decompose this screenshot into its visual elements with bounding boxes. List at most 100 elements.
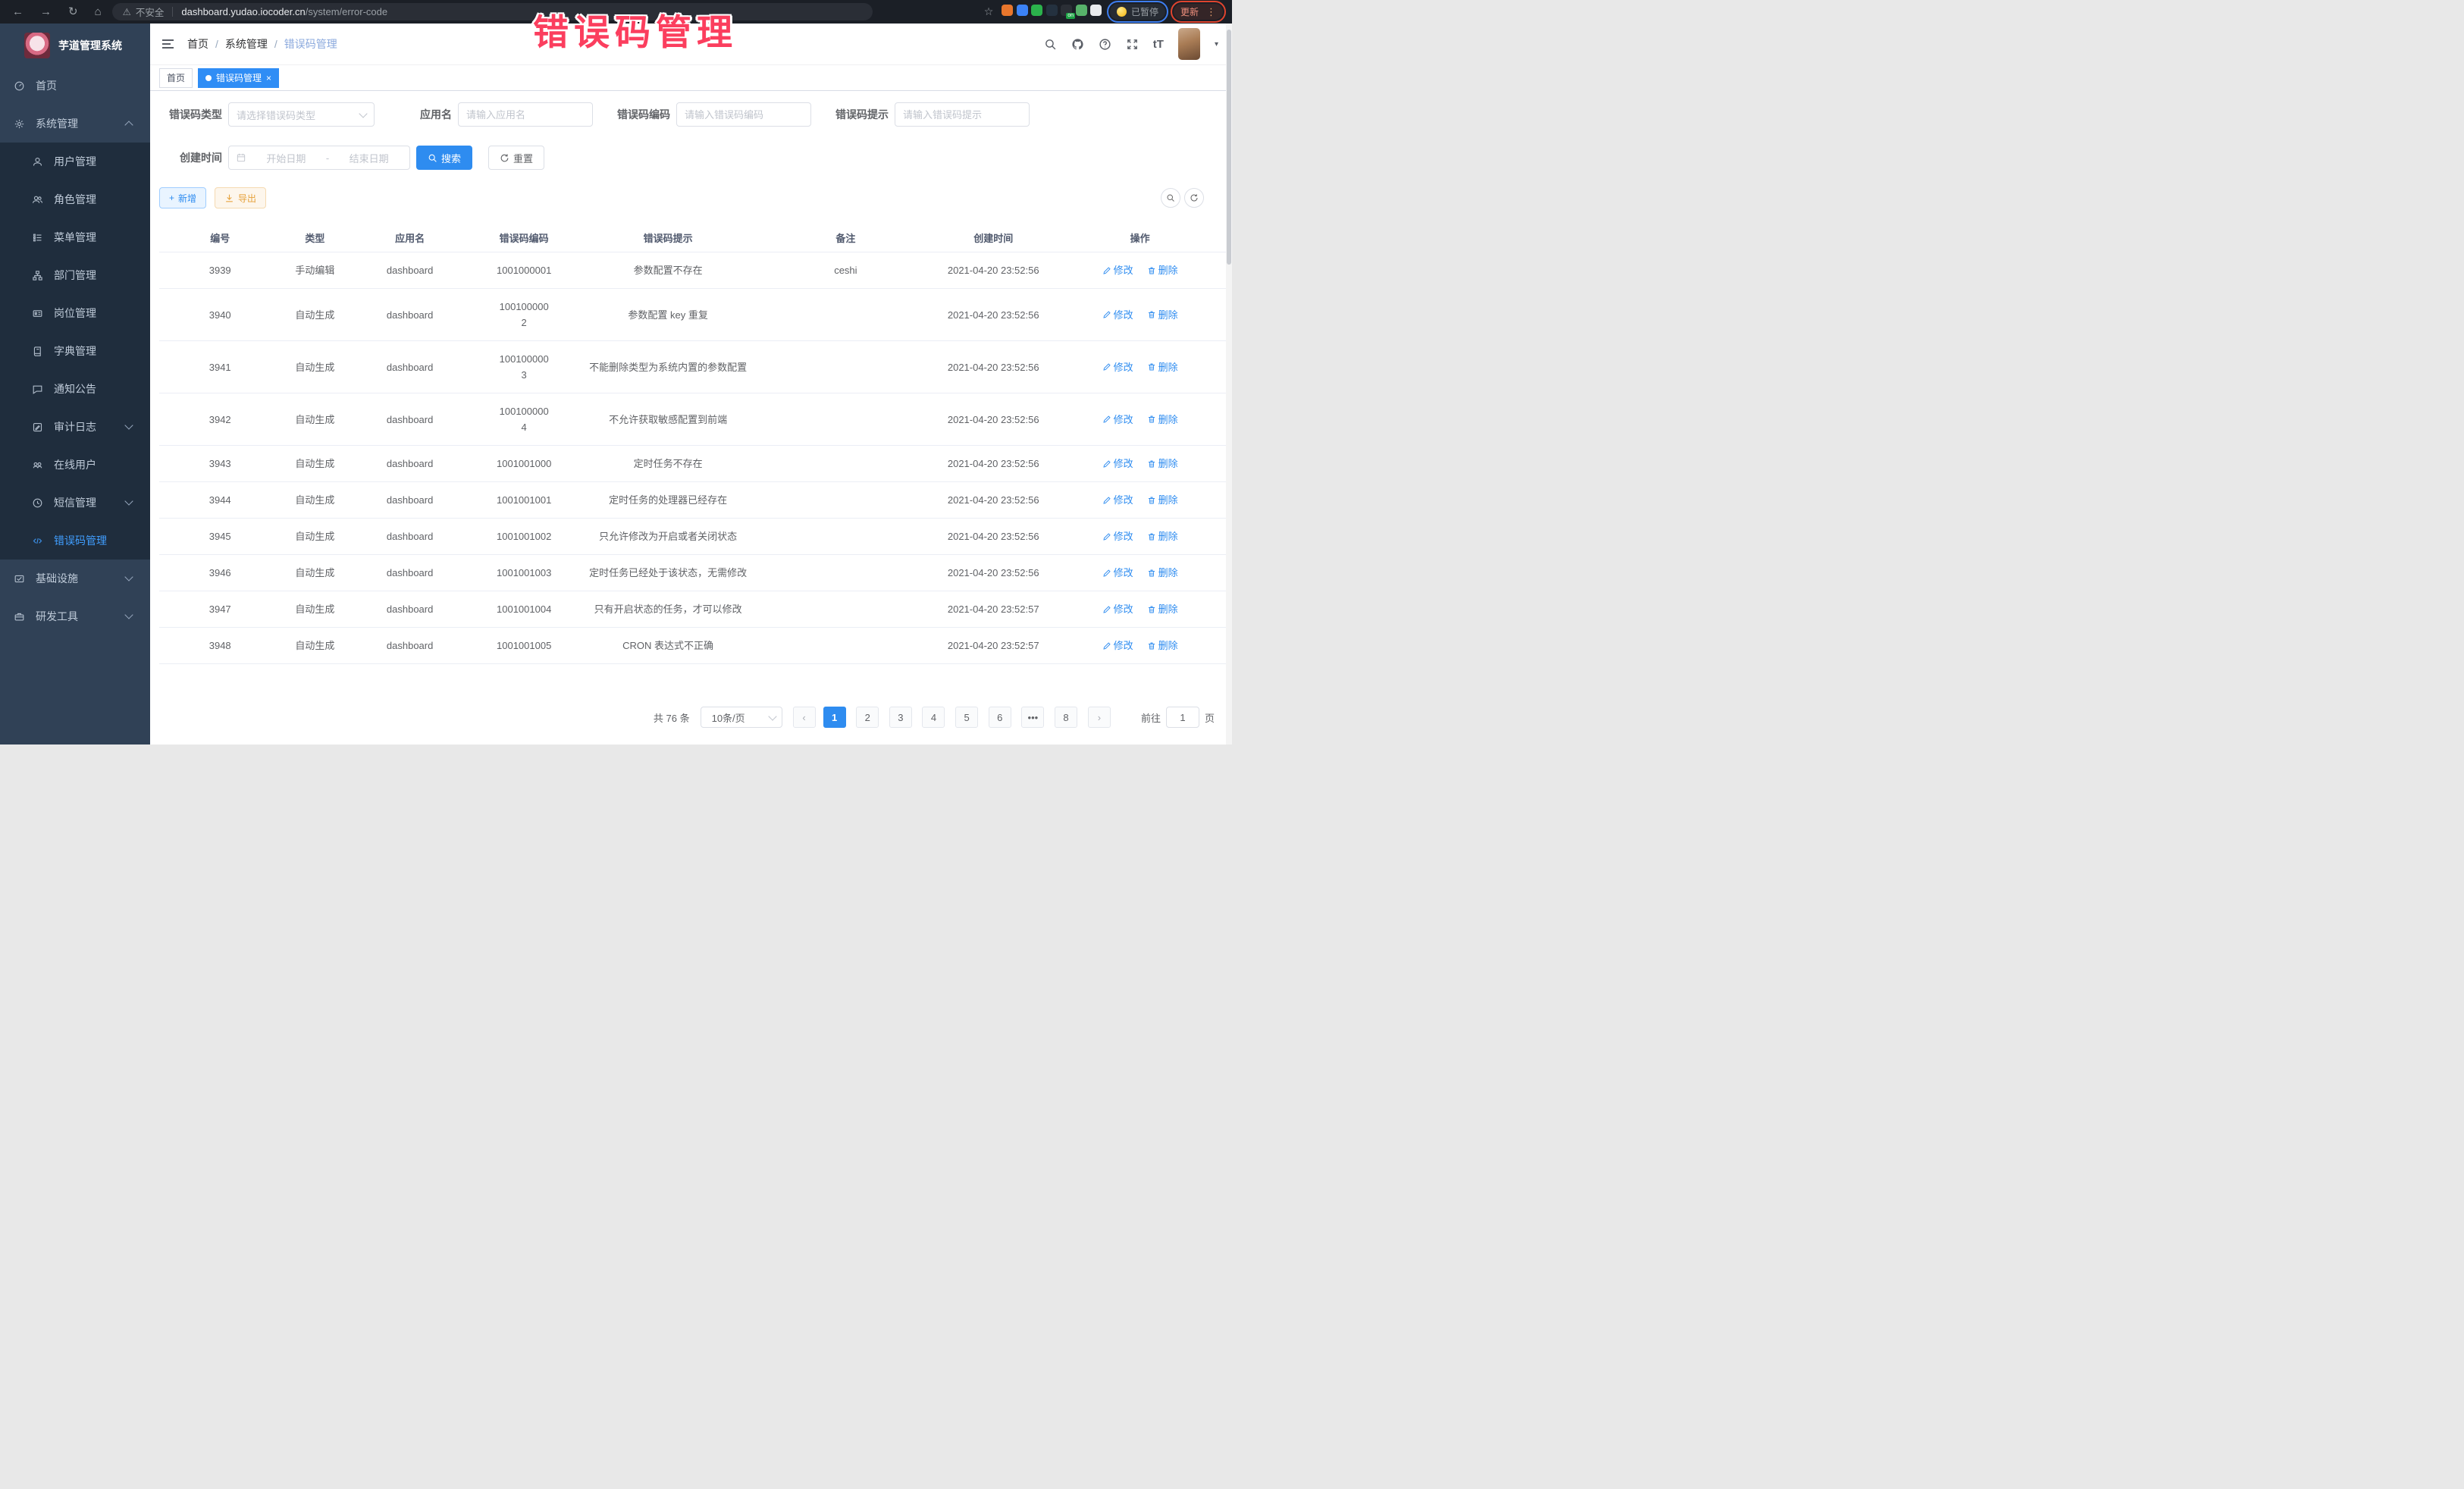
sidebar-item[interactable]: 在线用户 (0, 446, 150, 484)
blue-gem-extension-icon[interactable] (1017, 5, 1028, 16)
sidebar-item[interactable]: 通知公告 (0, 370, 150, 408)
edit-button[interactable]: 修改 (1102, 528, 1133, 544)
switch-extension-icon[interactable]: on (1061, 5, 1072, 16)
orange-extension-icon[interactable] (1002, 5, 1013, 16)
delete-button[interactable]: 删除 (1147, 601, 1178, 617)
grid-extension-icon[interactable] (1046, 5, 1058, 16)
scrollbar-track[interactable] (1226, 24, 1232, 744)
breadcrumb-system[interactable]: 系统管理 (225, 36, 268, 52)
error-code-input[interactable] (676, 102, 811, 127)
search-icon[interactable] (1044, 38, 1057, 51)
avatar[interactable] (1178, 28, 1200, 60)
search-button[interactable]: 搜索 (416, 146, 472, 170)
error-hint-input[interactable] (895, 102, 1030, 127)
error-type-label: 错误码类型 (169, 107, 222, 122)
forward-icon[interactable]: → (40, 6, 52, 17)
cell-remark (759, 305, 933, 324)
date-range-picker[interactable]: 开始日期 - 结束日期 (228, 146, 410, 170)
edit-button[interactable]: 修改 (1102, 492, 1133, 508)
page-button[interactable]: 3 (889, 707, 912, 728)
refresh-table-button[interactable] (1184, 188, 1204, 208)
kebab-menu-icon[interactable]: ⋮ (1206, 6, 1216, 18)
sidebar-item[interactable]: 研发工具 (0, 597, 150, 635)
sidebar-item[interactable]: 岗位管理 (0, 294, 150, 332)
app-name-input[interactable] (458, 102, 593, 127)
puzzle-extension-icon[interactable] (1090, 5, 1102, 16)
sidebar-item-label: 审计日志 (54, 419, 96, 434)
reset-button[interactable]: 重置 (488, 146, 544, 170)
page-button[interactable]: 5 (955, 707, 978, 728)
cell-time: 2021-04-20 23:52:56 (933, 402, 1054, 437)
sidebar-item[interactable]: 部门管理 (0, 256, 150, 294)
page-button[interactable]: 2 (856, 707, 879, 728)
caret-down-icon[interactable]: ▾ (1215, 40, 1218, 49)
sidebar-item[interactable]: 用户管理 (0, 143, 150, 180)
edit-button[interactable]: 修改 (1102, 307, 1133, 323)
delete-button[interactable]: 删除 (1147, 359, 1178, 375)
sidebar-item[interactable]: 字典管理 (0, 332, 150, 370)
edit-button[interactable]: 修改 (1102, 456, 1133, 472)
cell-type: 自动生成 (281, 402, 349, 437)
sidebar-item[interactable]: 基础设施 (0, 560, 150, 597)
hamburger-icon[interactable] (162, 39, 174, 49)
edit-button[interactable]: 修改 (1102, 359, 1133, 375)
reload-icon[interactable]: ↻ (68, 6, 78, 17)
goto-page-input[interactable] (1166, 707, 1199, 728)
key-extension-icon[interactable] (1076, 5, 1087, 16)
error-type-select[interactable]: 请选择错误码类型 (228, 102, 375, 127)
delete-button[interactable]: 删除 (1147, 262, 1178, 278)
back-icon[interactable]: ← (12, 6, 24, 17)
sidebar-item[interactable]: 菜单管理 (0, 218, 150, 256)
delete-button[interactable]: 删除 (1147, 412, 1178, 428)
edit-button[interactable]: 修改 (1102, 601, 1133, 617)
tab-error-code[interactable]: 错误码管理 × (198, 68, 279, 88)
add-button[interactable]: + 新增 (159, 187, 206, 208)
delete-button[interactable]: 删除 (1147, 456, 1178, 472)
sidebar-item[interactable]: 角色管理 (0, 180, 150, 218)
export-button[interactable]: 导出 (215, 187, 266, 208)
next-page-button[interactable]: › (1088, 707, 1111, 728)
cell-type: 自动生成 (281, 591, 349, 627)
url-divider (172, 7, 173, 17)
breadcrumb-home[interactable]: 首页 (187, 36, 208, 52)
help-icon[interactable] (1099, 38, 1111, 51)
page-button[interactable]: 6 (989, 707, 1011, 728)
page-button[interactable]: ••• (1021, 707, 1044, 728)
scrollbar-thumb[interactable] (1227, 30, 1231, 265)
profile-paused-chip[interactable]: 已暂停 (1110, 4, 1165, 20)
delete-button[interactable]: 删除 (1147, 492, 1178, 508)
home-icon[interactable]: ⌂ (95, 6, 102, 17)
sidebar-item[interactable]: 系统管理 (0, 105, 150, 143)
end-date-placeholder: 结束日期 (335, 151, 403, 165)
edit-button[interactable]: 修改 (1102, 565, 1133, 581)
delete-button[interactable]: 删除 (1147, 307, 1178, 323)
close-icon[interactable]: × (266, 73, 271, 83)
sidebar-item[interactable]: 错误码管理 (0, 522, 150, 560)
app-logo[interactable]: 芋道管理系统 (0, 24, 150, 67)
page-button[interactable]: 4 (922, 707, 945, 728)
security-status[interactable]: ⚠ 不安全 (123, 5, 165, 19)
green-circle-extension-icon[interactable] (1031, 5, 1042, 16)
page-size-select[interactable]: 10条/页 (701, 707, 782, 728)
hide-search-button[interactable] (1161, 188, 1180, 208)
sidebar-item[interactable]: 短信管理 (0, 484, 150, 522)
edit-button[interactable]: 修改 (1102, 638, 1133, 654)
edit-button[interactable]: 修改 (1102, 262, 1133, 278)
sidebar-item[interactable]: 首页 (0, 67, 150, 105)
url-bar[interactable]: ⚠ 不安全 dashboard.yudao.iocoder.cn /system… (112, 3, 873, 20)
bookmark-star-icon[interactable]: ☆ (984, 5, 994, 18)
delete-button[interactable]: 删除 (1147, 638, 1178, 654)
update-chip[interactable]: 更新 ⋮ (1174, 4, 1223, 20)
font-size-icon[interactable]: tT (1153, 38, 1164, 51)
delete-button[interactable]: 删除 (1147, 528, 1178, 544)
tab-home[interactable]: 首页 × (159, 68, 193, 88)
fullscreen-icon[interactable] (1126, 38, 1139, 51)
delete-button[interactable]: 删除 (1147, 565, 1178, 581)
prev-page-button[interactable]: ‹ (793, 707, 816, 728)
github-icon[interactable] (1071, 38, 1084, 51)
sidebar-item[interactable]: 审计日志 (0, 408, 150, 446)
edit-button[interactable]: 修改 (1102, 412, 1133, 428)
page-button[interactable]: 8 (1055, 707, 1077, 728)
table-body: 3939 手动编辑 dashboard 1001000001 参数配置不存在 c… (159, 252, 1226, 664)
page-button[interactable]: 1 (823, 707, 846, 728)
